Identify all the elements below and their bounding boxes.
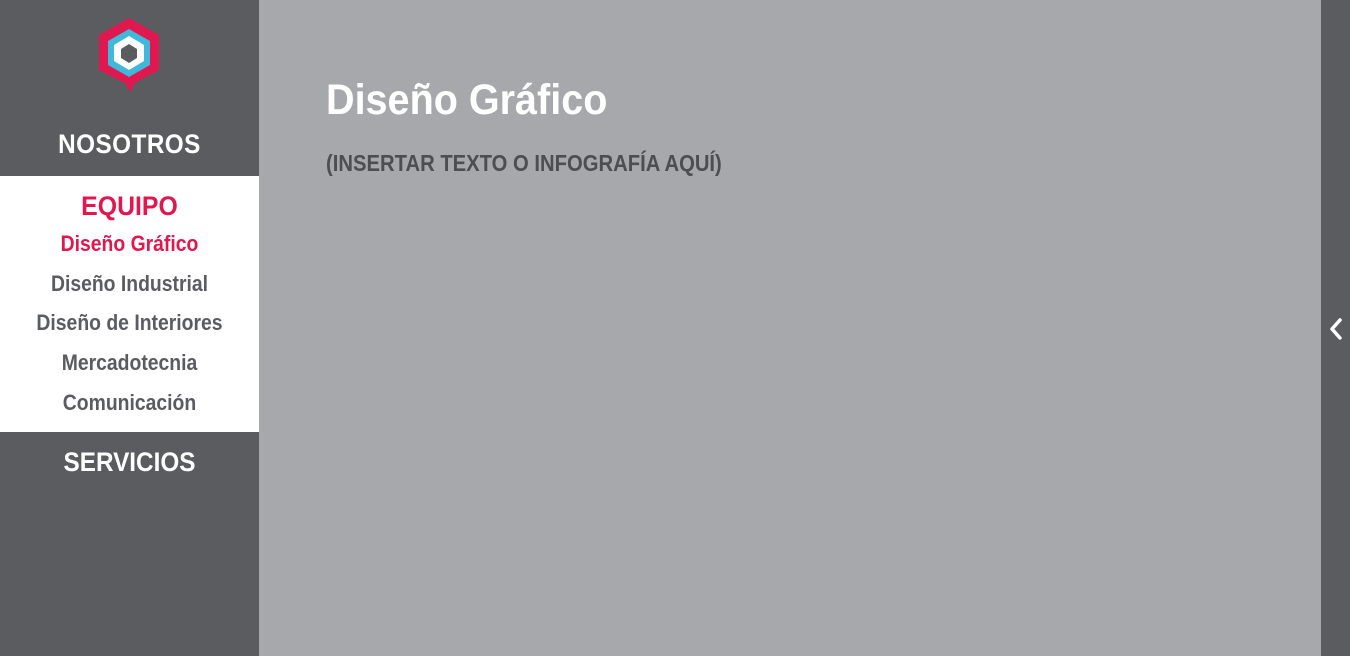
submenu-item-diseno-interiores[interactable]: Diseño de Interiores	[16, 308, 244, 338]
sidebar: NOSOTROS EQUIPO Diseño Gráfico Diseño In…	[0, 0, 259, 656]
submenu-item-diseno-grafico[interactable]: Diseño Gráfico	[16, 229, 244, 259]
nav-servicios[interactable]: SERVICIOS	[13, 444, 246, 480]
page-title: Diseño Gráfico	[326, 76, 608, 124]
submenu-equipo: EQUIPO Diseño Gráfico Diseño Industrial …	[0, 176, 259, 432]
submenu-title-equipo[interactable]: EQUIPO	[10, 188, 248, 224]
page-subtitle: (INSERTAR TEXTO O INFOGRAFÍA AQUÍ)	[326, 150, 722, 176]
submenu-item-comunicacion[interactable]: Comunicación	[16, 388, 244, 418]
submenu-item-mercadotecnia[interactable]: Mercadotecnia	[16, 348, 244, 378]
submenu-item-diseno-industrial[interactable]: Diseño Industrial	[16, 269, 244, 299]
chevron-left-icon[interactable]	[1321, 312, 1350, 346]
hexagon-logo-icon[interactable]	[95, 16, 163, 94]
main-content: Diseño Gráfico (INSERTAR TEXTO O INFOGRA…	[259, 0, 1321, 656]
nav-nosotros[interactable]: NOSOTROS	[13, 126, 246, 162]
app-root: NOSOTROS EQUIPO Diseño Gráfico Diseño In…	[0, 0, 1350, 656]
